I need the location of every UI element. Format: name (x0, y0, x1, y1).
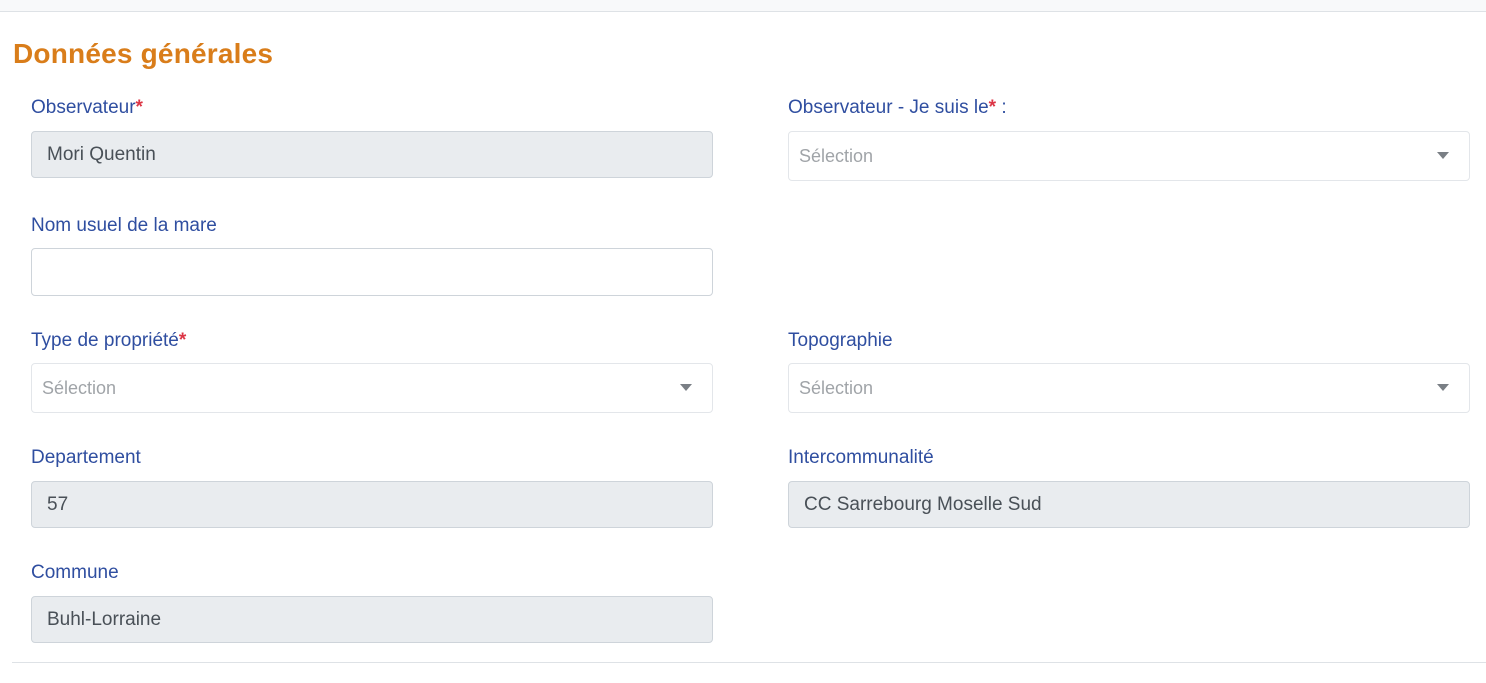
select-placeholder: Sélection (799, 378, 874, 398)
topographie-select[interactable]: Sélection (788, 363, 1470, 413)
select-placeholder: Sélection (42, 378, 117, 398)
topographie-label: Topographie (788, 330, 893, 352)
nom-usuel-input[interactable] (31, 248, 713, 296)
type-propriete-label: Type de propriété* (31, 330, 186, 352)
intercommunalite-label-text: Intercommunalité (788, 447, 934, 468)
type-propriete-label-text: Type de propriété (31, 330, 179, 351)
observateur-role-label-text: Observateur - Je suis le (788, 97, 989, 118)
departement-label: Departement (31, 447, 141, 469)
commune-label-text: Commune (31, 562, 119, 583)
required-mark: * (135, 97, 143, 118)
observateur-role-label: Observateur - Je suis le* : (788, 97, 1007, 119)
caret-down-icon (680, 384, 692, 391)
observateur-label: Observateur* (31, 97, 143, 119)
intercommunalite-field: CC Sarrebourg Moselle Sud (788, 481, 1470, 528)
commune-field: Buhl-Lorraine (31, 596, 713, 643)
nom-usuel-label: Nom usuel de la mare (31, 215, 217, 237)
required-mark: * (178, 330, 187, 351)
type-propriete-select[interactable]: Sélection (31, 363, 713, 413)
nom-usuel-label-text: Nom usuel de la mare (31, 215, 217, 236)
observateur-field: Mori Quentin (31, 131, 713, 178)
caret-down-icon (1437, 384, 1449, 391)
observateur-role-select[interactable]: Sélection (788, 131, 1470, 181)
topographie-label-text: Topographie (788, 330, 893, 351)
required-mark: * (988, 97, 997, 118)
commune-label: Commune (31, 562, 119, 584)
observateur-role-label-suffix: : (996, 97, 1007, 118)
departement-label-text: Departement (31, 447, 141, 468)
intercommunalite-label: Intercommunalité (788, 447, 934, 469)
observateur-label-text: Observateur (31, 97, 136, 118)
select-placeholder: Sélection (799, 146, 874, 166)
section-title: Données générales (13, 38, 274, 69)
caret-down-icon (1437, 152, 1449, 159)
section-divider (12, 662, 1486, 663)
top-bar (0, 0, 1486, 12)
departement-field: 57 (31, 481, 713, 528)
